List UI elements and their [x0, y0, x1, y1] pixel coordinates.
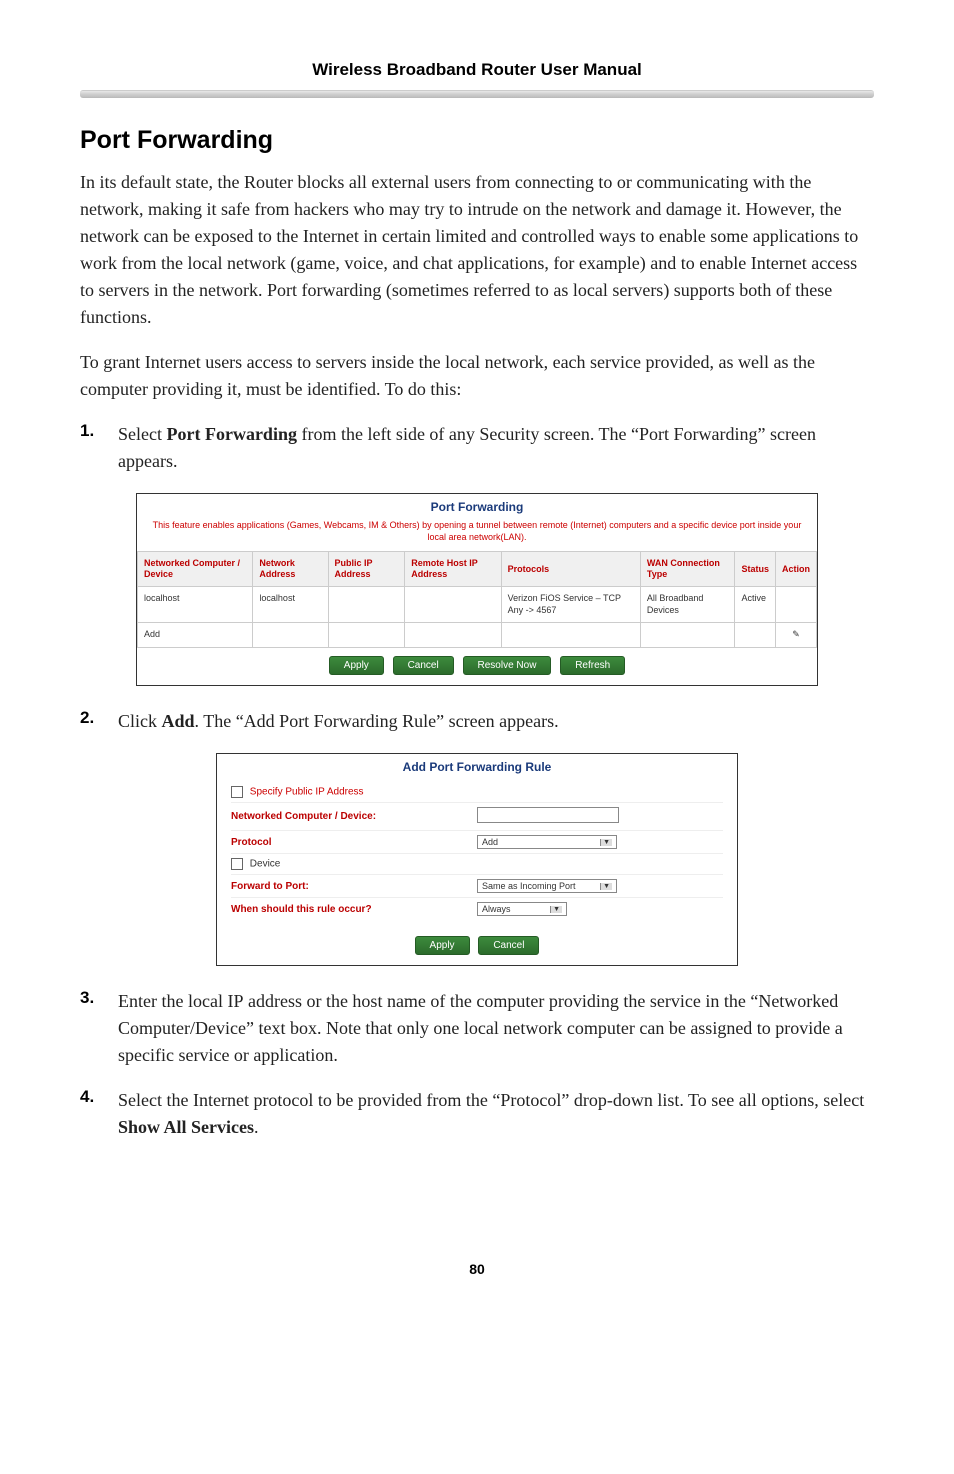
forward-select-value: Same as Incoming Port [482, 881, 576, 891]
device-checkbox[interactable] [231, 858, 243, 870]
device-row: Networked Computer / Device: [231, 803, 723, 831]
step-text: Select Port Forwarding from the left sid… [118, 421, 874, 475]
specify-ip-checkbox[interactable] [231, 786, 243, 798]
protocol-label: Protocol [231, 837, 477, 848]
protocol-select[interactable]: Add ▼ [477, 835, 617, 849]
col-action: Action [775, 552, 816, 587]
forward-label: Forward to Port: [231, 881, 477, 892]
add-rule-screenshot: Add Port Forwarding Rule Specify Public … [216, 753, 738, 966]
resolve-now-button[interactable]: Resolve Now [463, 656, 552, 675]
panel-title: Port Forwarding [137, 494, 817, 518]
section-heading: Port Forwarding [80, 126, 874, 155]
add-link[interactable]: Add [138, 623, 253, 648]
cell-remote-host [405, 586, 501, 622]
step-text: Click Add. The “Add Port Forwarding Rule… [118, 708, 559, 735]
bold: Add [162, 711, 195, 731]
cancel-button[interactable]: Cancel [393, 656, 454, 675]
step-number: 3. [80, 988, 118, 1069]
text: . [254, 1117, 259, 1137]
step-2: 2. Click Add. The “Add Port Forwarding R… [80, 708, 874, 735]
apply-button[interactable]: Apply [415, 936, 470, 955]
chevron-down-icon: ▼ [600, 883, 612, 890]
text: Select [118, 424, 166, 444]
header-divider [80, 90, 874, 98]
cell-protocols: Verizon FiOS Service – TCP Any -> 4567 [501, 586, 640, 622]
text: Enter the local [118, 991, 227, 1011]
intro-paragraph-2: To grant Internet users access to server… [80, 349, 874, 403]
step-number: 4. [80, 1087, 118, 1141]
manual-header: Wireless Broadband Router User Manual [80, 60, 874, 80]
step-3: 3. Enter the local IP address or the hos… [80, 988, 874, 1069]
apply-button[interactable]: Apply [329, 656, 384, 675]
table-row-add: Add ✎ [138, 623, 817, 648]
col-network-address: Network Address [253, 552, 328, 587]
chevron-down-icon: ▼ [600, 839, 612, 846]
step-text: Select the Internet protocol to be provi… [118, 1087, 874, 1141]
bold: Show All Services [118, 1117, 254, 1137]
step-text: Enter the local IP address or the host n… [118, 988, 874, 1069]
panel-description: This feature enables applications (Games… [137, 518, 817, 551]
forward-select[interactable]: Same as Incoming Port ▼ [477, 879, 617, 893]
text: Click [118, 711, 162, 731]
device-checkbox-row: Device [231, 854, 723, 875]
specify-public-ip-row: Specify Public IP Address [231, 782, 723, 803]
specify-ip-label: Specify Public IP Address [250, 787, 364, 798]
when-select[interactable]: Always ▼ [477, 902, 567, 916]
protocol-row: Protocol Add ▼ [231, 831, 723, 854]
col-protocols: Protocols [501, 552, 640, 587]
col-status: Status [735, 552, 776, 587]
page-number: 80 [80, 1261, 874, 1277]
when-label: When should this rule occur? [231, 904, 477, 915]
small-caps: IP [227, 991, 243, 1011]
forward-row: Forward to Port: Same as Incoming Port ▼ [231, 875, 723, 898]
cell-wan-type: All Broadband Devices [640, 586, 735, 622]
step-4: 4. Select the Internet protocol to be pr… [80, 1087, 874, 1141]
when-select-value: Always [482, 904, 511, 914]
cell-action [775, 586, 816, 622]
table-row: localhost localhost Verizon FiOS Service… [138, 586, 817, 622]
add-action-icon[interactable]: ✎ [775, 623, 816, 648]
cell-device[interactable]: localhost [138, 586, 253, 622]
port-forwarding-screenshot: Port Forwarding This feature enables app… [136, 493, 818, 686]
step-number: 1. [80, 421, 118, 475]
device-label: Networked Computer / Device: [231, 811, 477, 822]
step-1: 1. Select Port Forwarding from the left … [80, 421, 874, 475]
refresh-button[interactable]: Refresh [560, 656, 625, 675]
cell-network-address[interactable]: localhost [253, 586, 328, 622]
device-checkbox-label: Device [250, 859, 281, 870]
chevron-down-icon: ▼ [550, 906, 562, 913]
step-number: 2. [80, 708, 118, 735]
device-input[interactable] [477, 807, 619, 823]
port-forwarding-table: Networked Computer / Device Network Addr… [137, 551, 817, 648]
col-remote-host-ip: Remote Host IP Address [405, 552, 501, 587]
cancel-button[interactable]: Cancel [478, 936, 539, 955]
col-networked-device: Networked Computer / Device [138, 552, 253, 587]
col-public-ip: Public IP Address [328, 552, 405, 587]
when-row: When should this rule occur? Always ▼ [231, 898, 723, 920]
text: . The “Add Port Forwarding Rule” screen … [195, 711, 559, 731]
col-wan-type: WAN Connection Type [640, 552, 735, 587]
cell-status: Active [735, 586, 776, 622]
bold: Port Forwarding [166, 424, 296, 444]
panel-title: Add Port Forwarding Rule [217, 754, 737, 778]
cell-public-ip [328, 586, 405, 622]
table-header-row: Networked Computer / Device Network Addr… [138, 552, 817, 587]
protocol-select-value: Add [482, 837, 498, 847]
text: Select the Internet protocol to be provi… [118, 1090, 864, 1110]
intro-paragraph-1: In its default state, the Router blocks … [80, 169, 874, 331]
button-row: Apply Cancel [217, 928, 737, 965]
button-row: Apply Cancel Resolve Now Refresh [137, 648, 817, 685]
